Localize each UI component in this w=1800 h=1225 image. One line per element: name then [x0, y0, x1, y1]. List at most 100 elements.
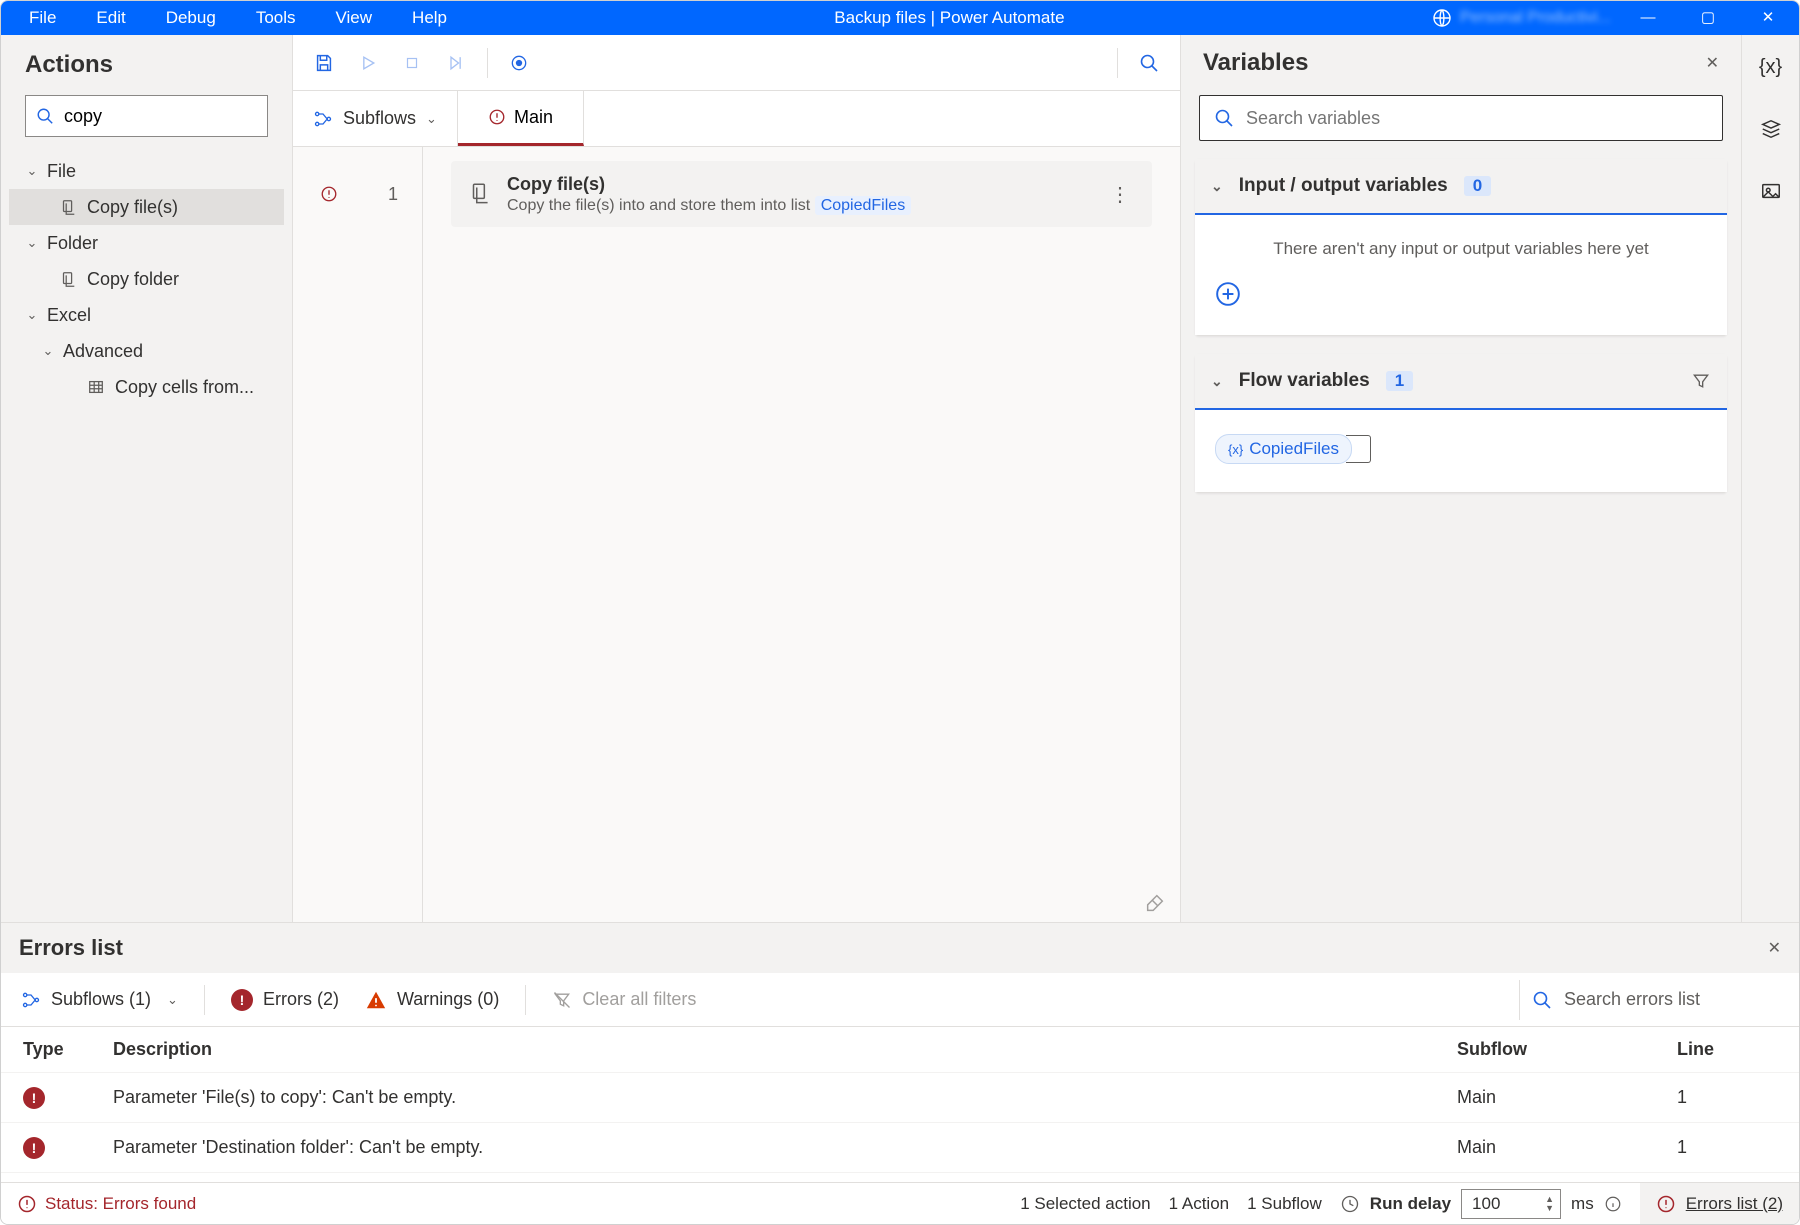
actions-search[interactable]: ✕ [25, 95, 268, 137]
flow-variable-chip[interactable]: {x} CopiedFiles [1215, 434, 1352, 464]
filter-icon[interactable] [1691, 371, 1711, 391]
clear-filters-button[interactable]: Clear all filters [552, 989, 696, 1010]
menu-file[interactable]: File [9, 1, 76, 35]
col-type[interactable]: Type [23, 1039, 113, 1060]
actions-search-input[interactable] [64, 106, 296, 127]
warnings-filter[interactable]: Warnings (0) [365, 989, 499, 1011]
clear-filters-label: Clear all filters [582, 989, 696, 1010]
maximize-button[interactable]: ▢ [1685, 1, 1731, 35]
tree-subgroup-label: Advanced [63, 341, 143, 362]
errors-link-label[interactable]: Errors list (2) [1686, 1194, 1783, 1214]
error-line: 1 [1677, 1087, 1777, 1108]
line-gutter: 1 [293, 147, 423, 922]
col-line[interactable]: Line [1677, 1039, 1777, 1060]
io-variables-count: 0 [1464, 176, 1491, 196]
action-description: Copy the file(s) into and store them int… [507, 197, 1090, 215]
eraser-button[interactable] [1144, 892, 1166, 914]
error-icon [488, 108, 506, 126]
error-subflow: Main [1457, 1087, 1677, 1108]
flow-area[interactable]: Copy file(s) Copy the file(s) into and s… [423, 147, 1180, 922]
step-button[interactable] [437, 44, 475, 82]
error-description: Parameter 'Destination folder': Can't be… [113, 1137, 1457, 1158]
run-delay-input[interactable]: 100 ▲▼ [1461, 1189, 1561, 1219]
run-delay-label: Run delay [1370, 1194, 1451, 1214]
clock-icon [1340, 1194, 1360, 1214]
tree-subgroup-advanced[interactable]: ⌄ Advanced [9, 333, 284, 369]
chevron-down-icon: ⌄ [1211, 373, 1223, 390]
copy-file-icon [467, 181, 493, 207]
io-variables-header[interactable]: ⌄ Input / output variables 0 [1195, 159, 1727, 215]
info-icon[interactable] [1604, 1195, 1622, 1213]
actions-panel: Actions ✕ ⌄ File Copy file(s) [1, 35, 293, 922]
menu-edit[interactable]: Edit [76, 1, 145, 35]
chevron-down-icon: ⌄ [167, 992, 178, 1008]
status-subflows: 1 Subflow [1247, 1194, 1322, 1214]
stop-button[interactable] [393, 44, 431, 82]
variable-icon: {x} [1228, 442, 1243, 457]
save-button[interactable] [305, 44, 343, 82]
close-panel-button[interactable]: ✕ [1706, 53, 1719, 73]
menu-view[interactable]: View [316, 1, 393, 35]
main-menu: File Edit Debug Tools View Help [9, 1, 467, 35]
subflows-dropdown[interactable]: Subflows ⌄ [293, 91, 458, 146]
flow-variables-header[interactable]: ⌄ Flow variables 1 [1195, 354, 1727, 410]
variable-chip[interactable]: CopiedFiles [815, 196, 911, 215]
action-more-button[interactable]: ⋮ [1104, 182, 1136, 207]
error-row[interactable]: ! Parameter 'Destination folder': Can't … [1, 1123, 1799, 1173]
flow-variable-name: CopiedFiles [1249, 439, 1339, 459]
line-error-icon[interactable] [320, 185, 338, 203]
search-toolbar-button[interactable] [1130, 44, 1168, 82]
copy-folder-icon [59, 270, 77, 288]
run-button[interactable] [349, 44, 387, 82]
tree-item-copy-cells[interactable]: Copy cells from... [9, 369, 284, 405]
variables-title: Variables [1203, 49, 1308, 77]
tree-group-label: Folder [47, 233, 98, 254]
menu-debug[interactable]: Debug [146, 1, 236, 35]
errors-subflows-filter[interactable]: Subflows (1) ⌄ [21, 989, 178, 1010]
status-errors-link[interactable]: Errors list (2) [1640, 1183, 1799, 1224]
error-row[interactable]: ! Parameter 'File(s) to copy': Can't be … [1, 1073, 1799, 1123]
line-number: 1 [388, 184, 398, 205]
chevron-down-icon: ⌄ [1211, 178, 1223, 195]
rail-images-button[interactable] [1753, 173, 1789, 209]
action-title: Copy file(s) [507, 174, 1090, 195]
io-variables-label: Input / output variables [1239, 175, 1448, 197]
status-message: Status: Errors found [17, 1194, 196, 1214]
chevron-down-icon: ⌄ [426, 111, 437, 127]
actions-title: Actions [1, 35, 292, 95]
search-icon [1214, 108, 1234, 128]
errors-search[interactable]: Search errors list [1519, 980, 1779, 1020]
flow-variables-label: Flow variables [1239, 370, 1370, 392]
tab-label: Main [514, 107, 553, 128]
menu-help[interactable]: Help [392, 1, 467, 35]
error-line: 1 [1677, 1137, 1777, 1158]
tree-group-file[interactable]: ⌄ File [9, 153, 284, 189]
tab-main[interactable]: Main [458, 91, 584, 146]
close-button[interactable]: ✕ [1745, 1, 1791, 35]
rail-variables-button[interactable]: {x} [1753, 49, 1789, 85]
close-errors-button[interactable]: ✕ [1768, 938, 1781, 958]
tree-item-label: Copy folder [87, 269, 179, 290]
record-button[interactable] [500, 44, 538, 82]
errors-filter[interactable]: ! Errors (2) [231, 989, 339, 1011]
errors-table-header: Type Description Subflow Line [1, 1027, 1799, 1073]
add-variable-button[interactable] [1215, 281, 1707, 307]
col-description[interactable]: Description [113, 1039, 1457, 1060]
tree-group-folder[interactable]: ⌄ Folder [9, 225, 284, 261]
variables-search-input[interactable] [1246, 108, 1708, 129]
tree-item-copy-folder[interactable]: Copy folder [9, 261, 284, 297]
tree-item-label: Copy cells from... [115, 377, 254, 398]
variables-search[interactable] [1199, 95, 1723, 141]
error-icon [1656, 1194, 1676, 1214]
rail-ui-elements-button[interactable] [1753, 111, 1789, 147]
action-copy-files[interactable]: Copy file(s) Copy the file(s) into and s… [451, 161, 1152, 227]
environment-badge[interactable]: Personal Productivi... [1432, 8, 1611, 28]
tree-item-copy-files[interactable]: Copy file(s) [9, 189, 284, 225]
minimize-button[interactable]: ― [1625, 1, 1671, 35]
menu-tools[interactable]: Tools [236, 1, 316, 35]
col-subflow[interactable]: Subflow [1457, 1039, 1677, 1060]
subflow-icon [21, 990, 41, 1010]
spinner-buttons[interactable]: ▲▼ [1545, 1195, 1554, 1213]
tree-group-excel[interactable]: ⌄ Excel [9, 297, 284, 333]
subflow-icon [313, 109, 333, 129]
